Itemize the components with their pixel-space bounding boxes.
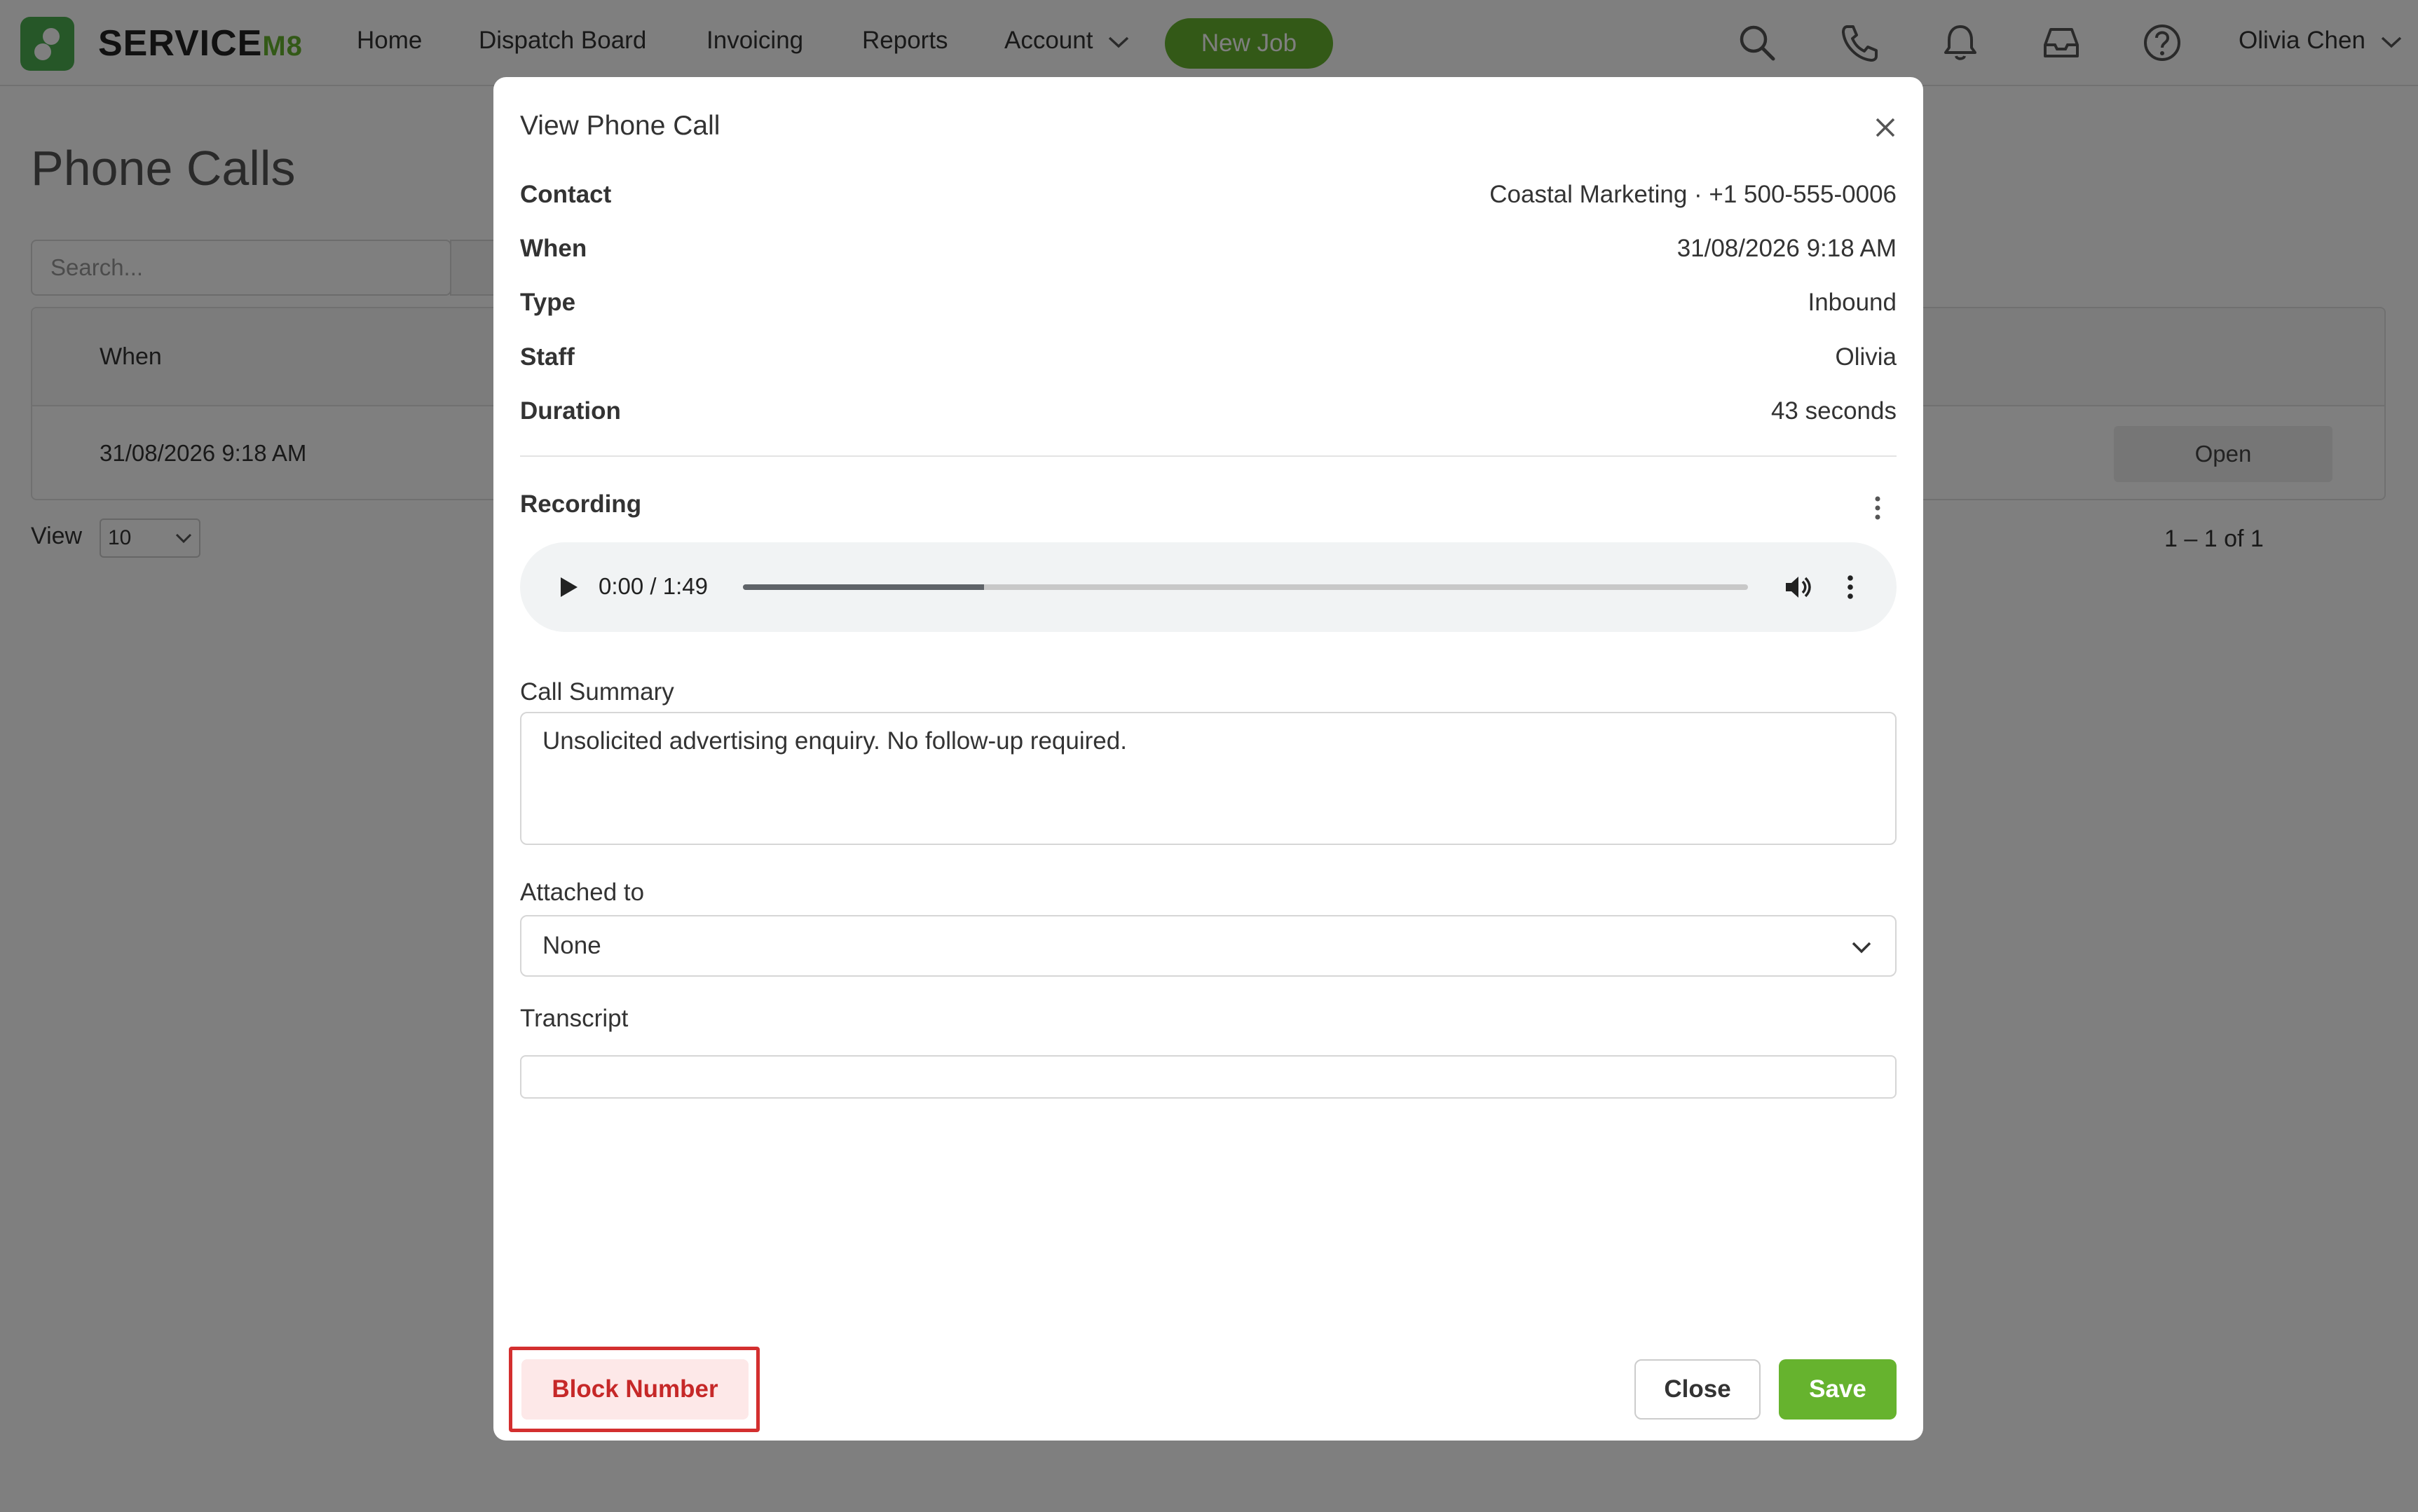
transcript-label: Transcript <box>520 1005 629 1032</box>
contact-value: Coastal Marketing · +1 500-555-0006 <box>1489 181 1897 208</box>
divider <box>520 455 1897 457</box>
close-button[interactable]: Close <box>1634 1359 1761 1420</box>
attached-to-label: Attached to <box>520 879 645 906</box>
type-label: Type <box>520 289 576 316</box>
block-number-button[interactable]: Block Number <box>521 1359 749 1420</box>
more-options-icon[interactable] <box>1867 490 1888 525</box>
view-phone-call-dialog: View Phone Call Contact Coastal Marketin… <box>493 77 1923 1441</box>
audio-player: 0:00 / 1:49 <box>520 542 1897 632</box>
attached-to-value: None <box>542 932 601 959</box>
call-summary-textarea[interactable]: Unsolicited advertising enquiry. No foll… <box>520 712 1897 845</box>
when-label: When <box>520 235 587 262</box>
type-value: Inbound <box>1808 289 1897 316</box>
audio-more-icon[interactable] <box>1843 572 1857 603</box>
close-icon[interactable] <box>1871 114 1899 142</box>
play-icon[interactable] <box>554 573 582 601</box>
recording-label: Recording <box>520 490 642 518</box>
chevron-down-icon <box>1852 942 1871 954</box>
volume-icon[interactable] <box>1782 572 1812 603</box>
contact-label: Contact <box>520 181 612 208</box>
dialog-title: View Phone Call <box>520 111 720 141</box>
transcript-field[interactable] <box>520 1055 1897 1099</box>
attached-to-select[interactable]: None <box>520 915 1897 977</box>
call-summary-label: Call Summary <box>520 678 674 706</box>
duration-value: 43 seconds <box>1770 397 1897 425</box>
save-button[interactable]: Save <box>1779 1359 1897 1420</box>
staff-label: Staff <box>520 343 575 371</box>
staff-value: Olivia <box>1835 343 1897 371</box>
duration-label: Duration <box>520 397 621 425</box>
when-value: 31/08/2026 9:18 AM <box>1676 235 1897 262</box>
audio-progress <box>743 584 985 590</box>
audio-time: 0:00 / 1:49 <box>599 573 708 599</box>
audio-seek-bar[interactable] <box>743 584 1748 590</box>
